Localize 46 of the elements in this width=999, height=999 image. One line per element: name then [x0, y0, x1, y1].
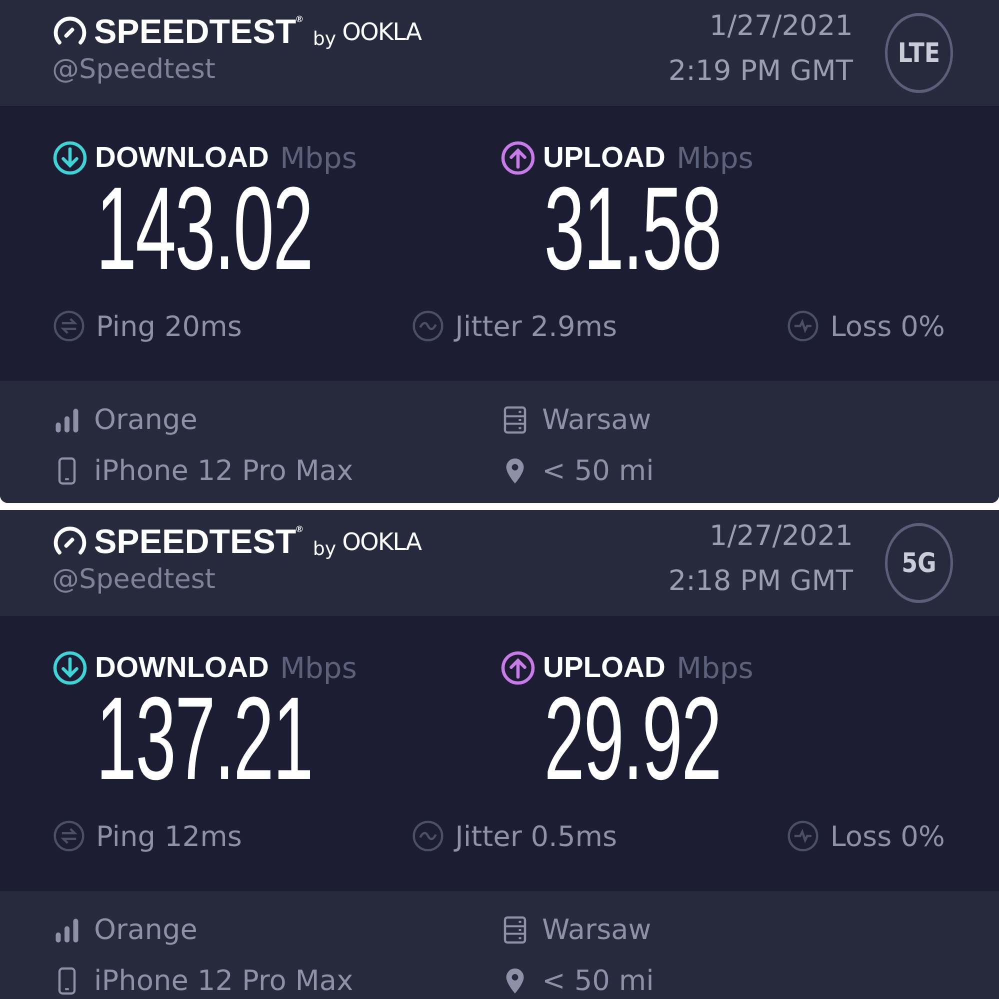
metric-text: Jitter 2.9ms: [455, 310, 618, 342]
detail-text: Orange: [94, 913, 198, 946]
loss-icon: [786, 819, 820, 853]
result-label: UPLOAD: [543, 652, 666, 684]
test-time: 2:18 PM GMT: [668, 563, 853, 599]
jitter-icon: [411, 819, 446, 853]
logo-wordmark: SPEEDTEST$^{®}$: [94, 524, 303, 558]
logo-byline: by: [312, 538, 336, 560]
account-handle: @Speedtest: [52, 54, 216, 84]
loss-icon: [786, 309, 820, 343]
test-date: 1/27/2021: [708, 518, 853, 554]
detail-text: Warsaw: [542, 913, 652, 946]
result-label: DOWNLOAD: [95, 652, 269, 684]
network-badge: 5G: [885, 523, 953, 603]
unit-label: Mbps: [280, 651, 357, 685]
network-badge: LTE: [885, 13, 953, 93]
logo-brand: OOKLA: [342, 528, 421, 556]
metric-text: Jitter 0.5ms: [455, 820, 618, 852]
metric-text: Ping 12ms: [96, 820, 242, 852]
detail-text: iPhone 12 Pro Max: [94, 454, 354, 487]
speed-value: 29.92: [544, 689, 721, 789]
logo-brand: OOKLA: [342, 18, 421, 46]
logo-byline: by: [312, 28, 336, 50]
jitter-icon: [411, 309, 446, 343]
metric-text: Loss 0%: [830, 310, 945, 342]
speed-value: 31.58: [544, 179, 721, 279]
detail-text: < 50 mi: [542, 964, 654, 997]
unit-label: Mbps: [676, 651, 754, 685]
detail-text: Warsaw: [542, 403, 652, 436]
result-label: UPLOAD: [543, 142, 666, 174]
unit-label: Mbps: [280, 141, 357, 175]
result-label: DOWNLOAD: [95, 142, 269, 174]
metric-text: Loss 0%: [830, 820, 945, 852]
test-date: 1/27/2021: [708, 8, 853, 44]
test-time: 2:19 PM GMT: [668, 53, 853, 89]
logo-wordmark: SPEEDTEST$^{®}$: [94, 14, 303, 48]
detail-text: < 50 mi: [542, 454, 654, 487]
account-handle: @Speedtest: [52, 564, 216, 594]
ping-icon: [52, 309, 86, 343]
speed-value: 143.02: [96, 179, 312, 279]
metric-text: Ping 20ms: [96, 310, 242, 342]
detail-text: iPhone 12 Pro Max: [94, 964, 354, 997]
detail-text: Orange: [94, 403, 198, 436]
unit-label: Mbps: [676, 141, 754, 175]
ping-icon: [52, 819, 86, 853]
speed-value: 137.21: [96, 689, 312, 789]
